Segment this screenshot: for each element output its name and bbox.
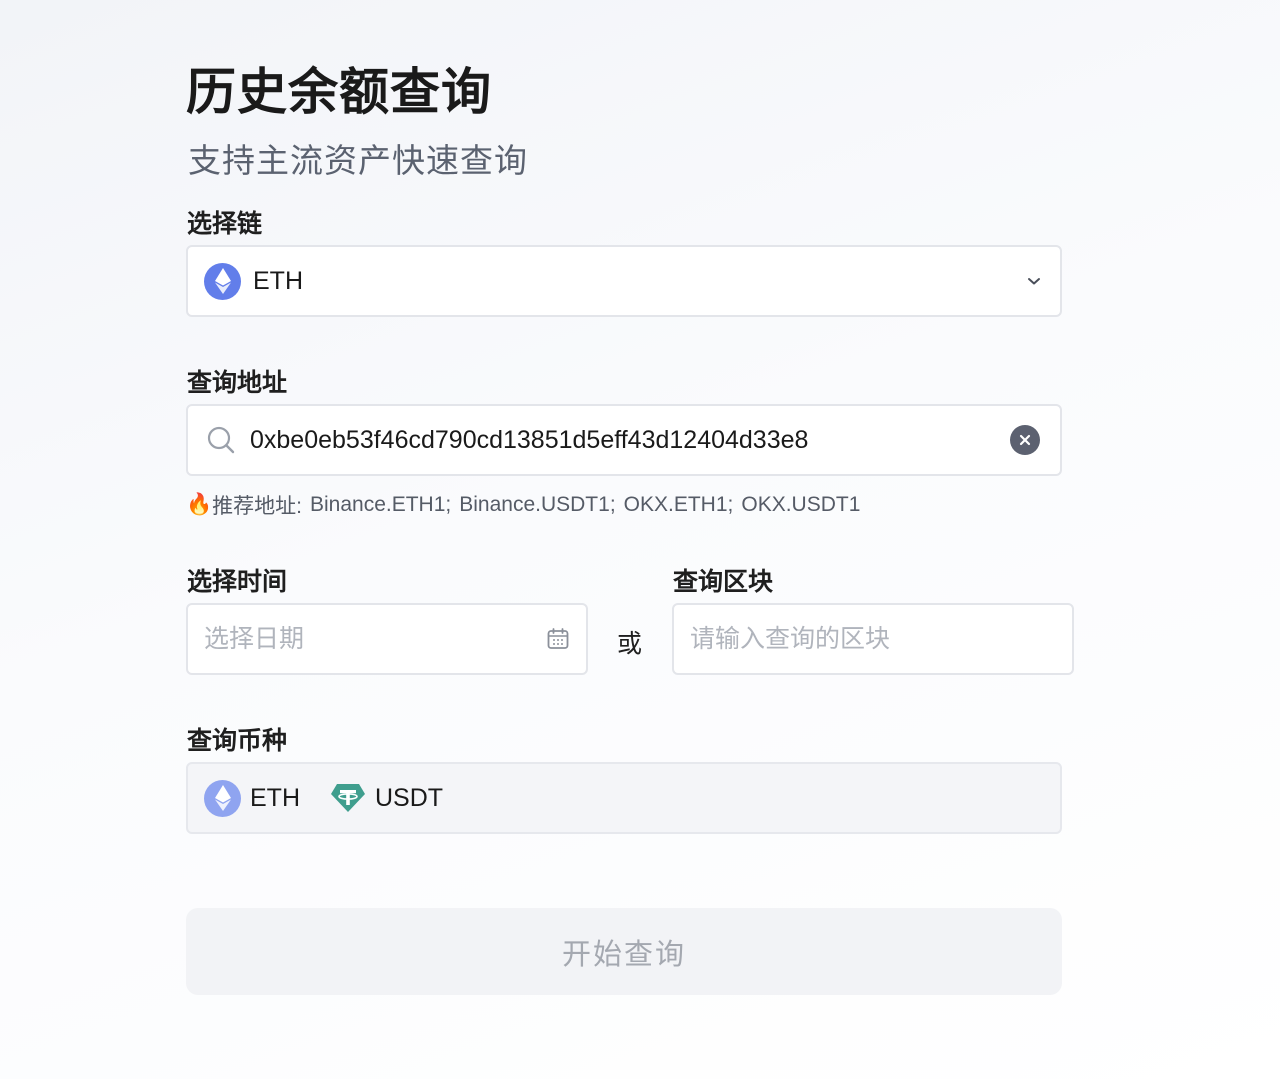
address-input[interactable] (250, 406, 1010, 474)
address-label: 查询地址 (187, 369, 288, 397)
address-field (186, 404, 1062, 476)
tether-icon (330, 782, 366, 814)
start-query-button[interactable]: 开始查询 (186, 908, 1062, 995)
token-usdt[interactable]: USDT (330, 782, 443, 814)
eth-icon (204, 262, 241, 300)
time-label: 选择时间 (187, 568, 288, 596)
token-usdt-label: USDT (375, 783, 444, 812)
recommended-prefix: 推荐地址: (212, 495, 302, 518)
clear-icon[interactable] (1010, 425, 1040, 455)
token-eth-label: ETH (250, 783, 300, 812)
recommended-okx-usdt1[interactable]: OKX.USDT1 (741, 493, 860, 517)
or-separator: 或 (617, 630, 643, 658)
chain-label: 选择链 (187, 210, 263, 238)
eth-icon (204, 779, 241, 817)
calendar-icon (546, 627, 570, 651)
block-input[interactable] (690, 605, 1056, 673)
token-eth[interactable]: ETH (204, 779, 300, 817)
fire-icon: 🔥 (186, 493, 213, 516)
chevron-down-icon (1024, 271, 1044, 291)
recommended-binance-eth1[interactable]: Binance.ETH1; (310, 493, 451, 517)
block-field (672, 603, 1074, 675)
tokens-label: 查询币种 (187, 727, 288, 755)
block-label: 查询区块 (673, 568, 774, 596)
search-icon (206, 425, 236, 455)
chain-selected-value: ETH (253, 266, 303, 295)
chain-select[interactable]: ETH (186, 245, 1062, 317)
recommended-okx-eth1[interactable]: OKX.ETH1; (624, 493, 734, 517)
page-subtitle: 支持主流资产快速查询 (188, 142, 528, 179)
date-picker[interactable] (186, 603, 588, 675)
recommended-addresses: 🔥 推荐地址: Binance.ETH1; Binance.USDT1; OKX… (186, 490, 860, 520)
token-selector: ETH USDT (186, 762, 1062, 834)
date-input[interactable] (204, 605, 546, 673)
recommended-binance-usdt1[interactable]: Binance.USDT1; (459, 493, 615, 517)
page-title: 历史余额查询 (186, 64, 492, 120)
